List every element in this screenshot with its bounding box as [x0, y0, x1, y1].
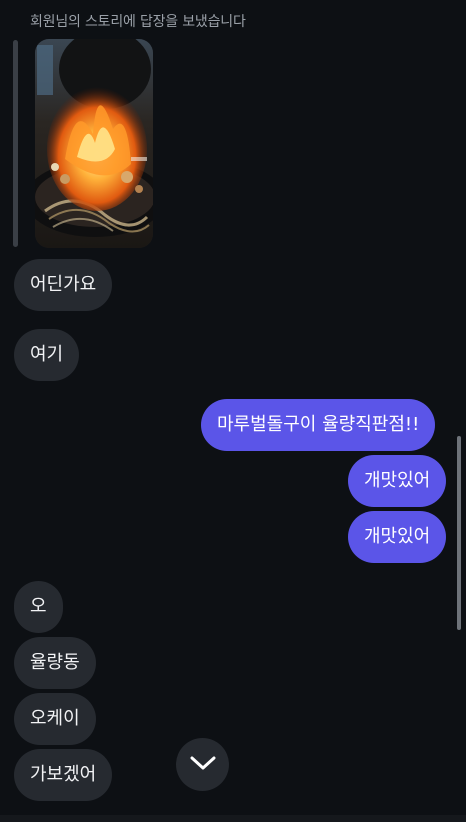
- scrollbar[interactable]: [457, 436, 461, 630]
- story-image: [35, 39, 153, 248]
- message-bubble-incoming[interactable]: 오케이: [14, 693, 96, 745]
- message-bubble-incoming[interactable]: 어딘가요: [14, 259, 113, 311]
- message-bubble-outgoing[interactable]: 개맛있어: [348, 455, 447, 507]
- message-bubble-incoming[interactable]: 율량동: [14, 637, 96, 689]
- message-bubble-outgoing[interactable]: 개맛있어: [348, 511, 447, 563]
- scroll-to-bottom-button[interactable]: [176, 738, 229, 791]
- reply-quote-bar: [13, 40, 18, 247]
- story-reply-caption: 회원님의 스토리에 답장을 보냈습니다: [30, 14, 246, 30]
- chat-screen: 회원님의 스토리에 답장을 보냈습니다 어딘가요 여기 마루벌돌구이 율량직판점…: [0, 0, 466, 822]
- message-bubble-incoming[interactable]: 여기: [14, 329, 80, 381]
- composer-edge: [0, 815, 466, 822]
- message-bubble-incoming[interactable]: 오: [14, 581, 63, 633]
- chevron-down-icon: [189, 755, 217, 775]
- story-thumbnail[interactable]: [35, 39, 153, 248]
- message-bubble-incoming[interactable]: 가보겠어: [14, 749, 113, 801]
- message-bubble-outgoing[interactable]: 마루벌돌구이 율량직판점!!: [201, 399, 436, 451]
